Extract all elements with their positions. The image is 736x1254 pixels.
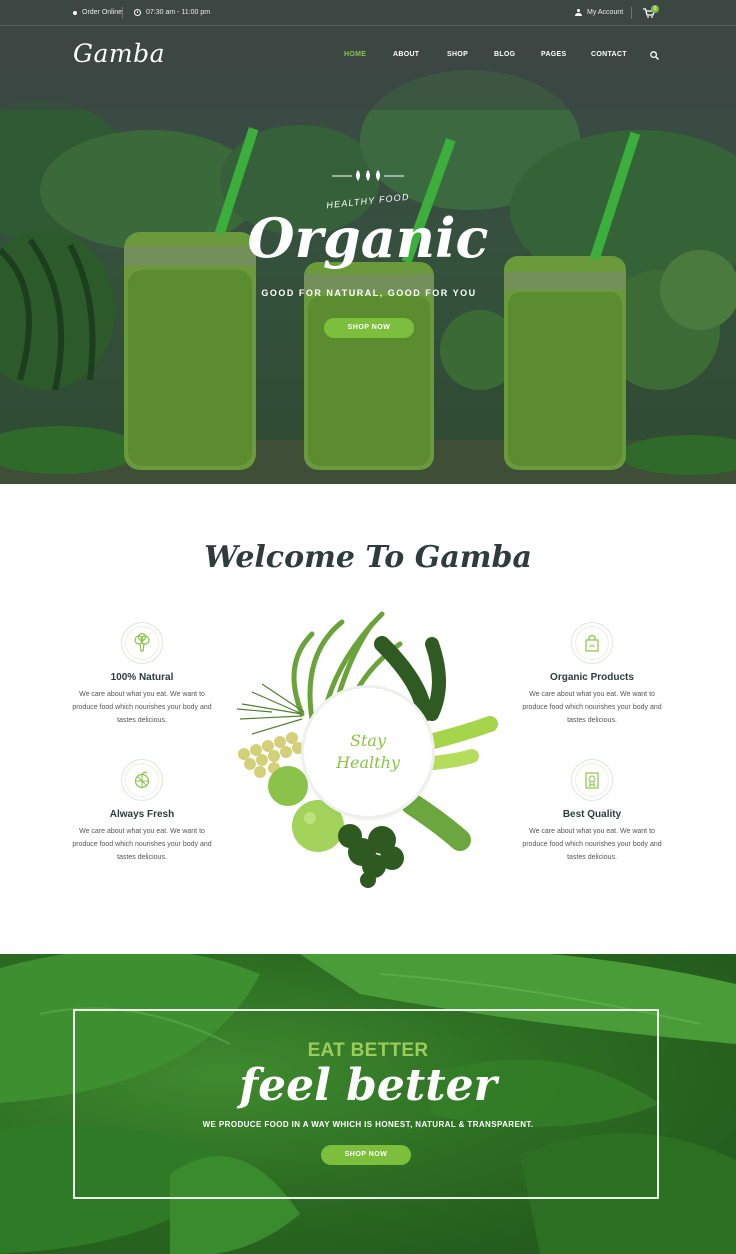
feature-fresh: Always Fresh We care about what you eat.… [72,759,212,864]
vegetables-plate-image: Stay Healthy [232,604,504,904]
my-account-label: My Account [587,9,624,16]
clock-icon [134,9,141,16]
nav-contact[interactable]: CONTACT [591,51,627,58]
feature-title: Always Fresh [109,809,175,820]
citrus-icon [134,771,150,789]
nav-home[interactable]: HOME [344,51,366,58]
banner-title: feel better [239,1060,497,1111]
feature-icon-ring [121,622,163,664]
plate-text-line-2: Healthy [336,753,400,772]
top-bar: Order Online 07:30 am - 11:00 pm My Acco… [0,0,736,26]
feature-organic: Organic Products We care about what you … [522,622,662,727]
banner-subtitle: WE PRODUCE FOOD IN A WAY WHICH IS HONEST… [202,1120,534,1129]
main-navigation: Gamba HOME ABOUT SHOP BLOG PAGES CONTACT [0,26,736,86]
cart-count-badge: 0 [651,5,659,13]
bullet-icon [73,10,77,15]
stay-healthy-plate: Stay Healthy [304,688,432,816]
eat-better-banner: EAT BETTER feel better WE PRODUCE FOOD I… [0,954,736,1254]
banner-kicker: EAT BETTER [307,1040,429,1061]
nav-pages[interactable]: PAGES [541,51,567,58]
feature-icon-inner [125,626,159,660]
feature-text: We care about what you eat. We want to p… [72,691,212,724]
order-online-link[interactable]: Order Online [73,9,122,16]
broccoli-icon [134,633,150,652]
feature-icon-inner [125,763,159,797]
feature-icon-ring [121,759,163,801]
quality-badge-icon [585,772,599,789]
leaf-ornament-icon [332,170,404,181]
feature-icon-ring [571,759,613,801]
search-icon[interactable] [650,51,659,60]
feature-title: Best Quality [562,809,622,820]
nav-blog[interactable]: BLOG [494,51,515,58]
feature-text: We care about what you eat. We want to p… [522,691,662,724]
order-online-label: Order Online [82,9,123,16]
welcome-section: Welcome To Gamba 100% Natural We care ab… [0,484,736,954]
hero-section: Order Online 07:30 am - 11:00 pm My Acco… [0,0,736,484]
feature-icon-inner [575,763,609,797]
hero-shop-now-button[interactable]: SHOP NOW [324,318,414,338]
feature-icon-inner [575,626,609,660]
divider [122,7,123,19]
feature-title: Organic Products [550,672,634,683]
plate-text-line-1: Stay [350,731,386,750]
nav-about[interactable]: ABOUT [393,51,419,58]
feature-text: We care about what you eat. We want to p… [522,828,662,861]
opening-hours-label: 07:30 am - 11:00 pm [146,9,211,16]
site-logo[interactable]: Gamba [73,39,165,68]
feature-icon-ring [571,622,613,664]
nav-shop[interactable]: SHOP [447,51,468,58]
feature-text: We care about what you eat. We want to p… [72,828,212,861]
hero-title: Organic [247,206,489,270]
user-icon [575,9,582,16]
welcome-title: Welcome To Gamba [204,540,532,575]
feature-title: 100% Natural [110,672,174,683]
banner-shop-now-button[interactable]: SHOP NOW [321,1145,411,1165]
grocery-bag-icon [585,634,599,652]
feature-quality: Best Quality We care about what you eat.… [522,759,662,864]
opening-hours: 07:30 am - 11:00 pm [134,9,210,16]
divider [631,7,632,19]
hero-subtitle: GOOD FOR NATURAL, GOOD FOR YOU [261,288,477,298]
my-account-link[interactable]: My Account [575,9,623,16]
feature-natural: 100% Natural We care about what you eat.… [72,622,212,727]
